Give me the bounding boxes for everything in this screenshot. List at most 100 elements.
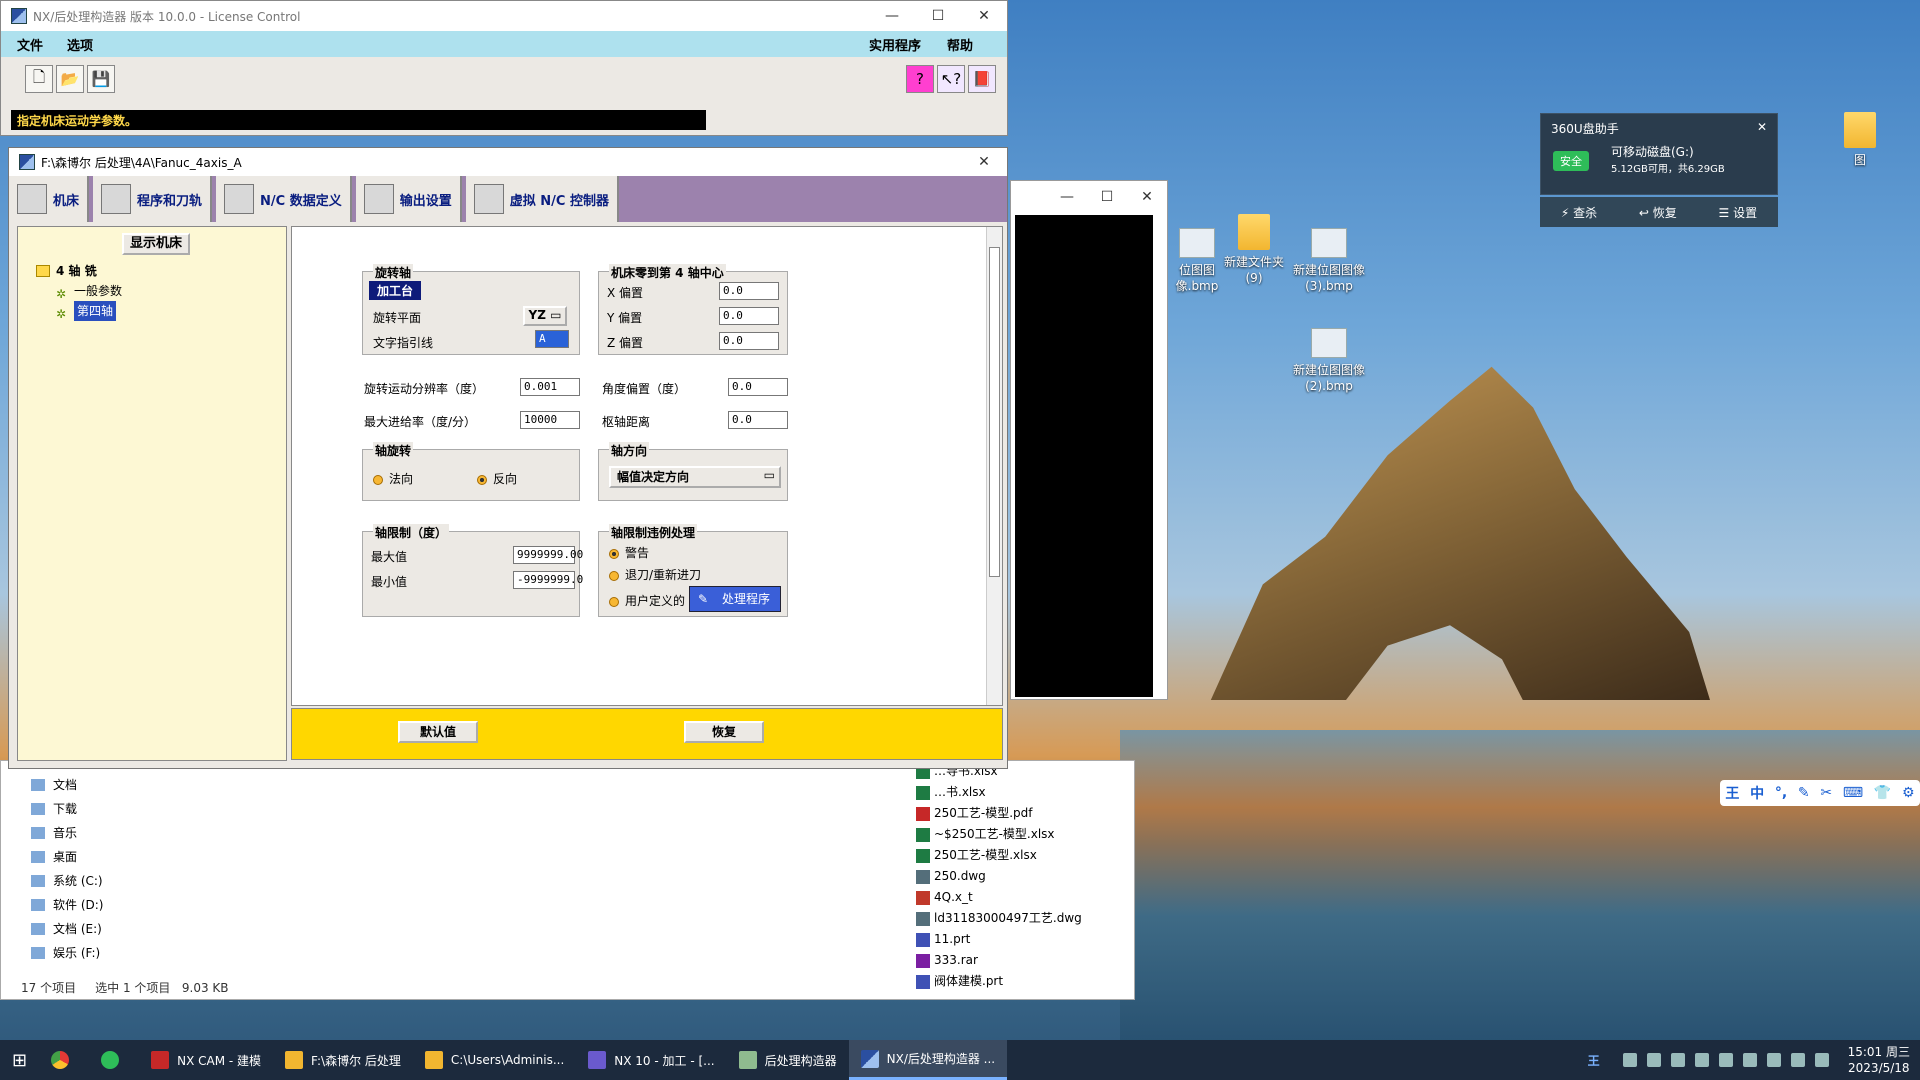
list-item[interactable]: 11.prt: [916, 929, 1082, 950]
nav-item-documents[interactable]: 文档: [31, 773, 161, 797]
scan-button[interactable]: ⚡ 查杀: [1561, 204, 1597, 221]
help-balloon-icon[interactable]: ?: [906, 65, 934, 93]
angle-offset-input[interactable]: 0.0: [728, 378, 788, 396]
radio-normal[interactable]: 法向: [373, 470, 413, 487]
tray-app-icon[interactable]: [1694, 1053, 1709, 1067]
security-icon[interactable]: [1718, 1053, 1733, 1067]
gear-icon[interactable]: ⚙: [1902, 785, 1915, 801]
desktop-icon-bitmap-2[interactable]: 新建位图图像 (2).bmp: [1290, 328, 1368, 394]
tab-program-toolpath[interactable]: 程序和刀轨: [93, 176, 213, 222]
close-icon[interactable]: ✕: [1757, 120, 1767, 137]
scroll-thumb[interactable]: [989, 247, 1000, 577]
radio-retract[interactable]: 退刀/重新进刀: [609, 566, 701, 583]
desktop-icon-bitmap-3[interactable]: 新建位图图像 (3).bmp: [1290, 228, 1368, 294]
nav-item-drive-e[interactable]: 文档 (E:): [31, 917, 161, 941]
console-window[interactable]: — ☐ ✕: [1010, 180, 1168, 700]
usb-icon[interactable]: [1766, 1053, 1781, 1067]
radio-user-defined[interactable]: 用户定义的: [609, 592, 685, 609]
x-offset-input[interactable]: 0.0: [719, 282, 779, 300]
handwriting-icon[interactable]: ✎: [1798, 785, 1810, 801]
post-builder-main-window[interactable]: NX/后处理构造器 版本 10.0.0 - License Control — …: [0, 0, 1008, 136]
menu-file[interactable]: 文件: [17, 35, 43, 54]
nav-item-drive-d[interactable]: 软件 (D:): [31, 893, 161, 917]
browser-360-button[interactable]: [89, 1040, 139, 1080]
taskbar-item-post-builder[interactable]: 后处理构造器: [727, 1040, 849, 1080]
close-icon[interactable]: ✕: [961, 8, 1007, 24]
list-item[interactable]: ld31183000497工艺.dwg: [916, 908, 1082, 929]
show-machine-button[interactable]: 显示机床: [122, 233, 190, 255]
vertical-scrollbar[interactable]: [986, 227, 1002, 705]
nav-item-drive-f[interactable]: 娱乐 (F:): [31, 941, 161, 965]
menu-help[interactable]: 帮助: [947, 35, 973, 54]
desktop-icon-folder[interactable]: 图: [1820, 112, 1900, 168]
restore-action-button[interactable]: ↩ 恢复: [1639, 204, 1677, 221]
resolution-input[interactable]: 0.001: [520, 378, 580, 396]
taskbar-item-folder-postprocess[interactable]: F:\森博尔 后处理: [273, 1040, 413, 1080]
tab-nc-data-definition[interactable]: N/C 数据定义: [216, 176, 352, 222]
min-limit-input[interactable]: -9999999.0: [513, 571, 583, 589]
maximize-icon[interactable]: ☐: [1087, 189, 1127, 205]
list-item[interactable]: ~$250工艺-模型.xlsx: [916, 824, 1082, 845]
menu-utilities[interactable]: 实用程序: [869, 35, 921, 54]
maximize-icon[interactable]: ☐: [915, 8, 961, 24]
ime-toolbar[interactable]: 王 中 °, ✎ ✂ ⌨ 👕 ⚙: [1720, 780, 1920, 806]
nav-item-music[interactable]: 音乐: [31, 821, 161, 845]
menu-options[interactable]: 选项: [67, 35, 93, 54]
list-item[interactable]: 333.rar: [916, 950, 1082, 971]
open-folder-icon[interactable]: 📂: [56, 65, 84, 93]
nav-item-drive-c[interactable]: 系统 (C:): [31, 869, 161, 893]
tab-virtual-nc-controller[interactable]: 虚拟 N/C 控制器: [465, 176, 619, 222]
ime-mode-toggle[interactable]: 中: [1750, 783, 1764, 803]
max-limit-input[interactable]: 9999999.00: [513, 546, 583, 564]
default-button[interactable]: 默认值: [398, 721, 478, 743]
tab-output-settings[interactable]: 输出设置: [355, 176, 462, 222]
post-editor-window[interactable]: F:\森博尔 后处理\4A\Fanuc_4axis_A ✕ 机床 程序和刀轨 N…: [8, 147, 1008, 769]
taskbar-item-nx-cam[interactable]: NX CAM - 建模: [139, 1040, 273, 1080]
taskbar-item-post-builder-active[interactable]: NX/后处理构造器 ...: [848, 1040, 1008, 1080]
context-help-icon[interactable]: ↖?: [937, 65, 965, 93]
tab-machine[interactable]: 机床: [9, 176, 90, 222]
nvidia-icon[interactable]: [1670, 1053, 1685, 1067]
new-file-icon[interactable]: 🗋: [25, 65, 53, 93]
restore-button[interactable]: 恢复: [684, 721, 764, 743]
radio-reverse[interactable]: 反向: [477, 470, 517, 487]
nav-item-downloads[interactable]: 下载: [31, 797, 161, 821]
volume-icon[interactable]: [1814, 1053, 1829, 1067]
list-item[interactable]: 4Q.x_t: [916, 887, 1082, 908]
skin-icon[interactable]: 👕: [1874, 785, 1891, 801]
save-icon[interactable]: 💾: [87, 65, 115, 93]
minimize-icon[interactable]: —: [869, 8, 915, 24]
file-explorer-window[interactable]: 文档 下载 音乐 桌面 系统 (C:) 软件 (D:) 文档 (E:) 娱乐 (…: [0, 760, 1135, 1000]
ime-tray-icon[interactable]: 王: [1588, 1052, 1600, 1069]
screenshot-icon[interactable]: ✂: [1820, 785, 1832, 801]
taskbar-item-nx10[interactable]: NX 10 - 加工 - [...: [576, 1040, 726, 1080]
chrome-button[interactable]: [39, 1040, 89, 1080]
radio-warning[interactable]: 警告: [609, 544, 649, 561]
start-button[interactable]: ⊞: [0, 1040, 39, 1080]
usb-assistant-widget[interactable]: 360U盘助手 ✕ 安全 可移动磁盘(G:) 5.12GB可用，共6.29GB: [1540, 113, 1778, 195]
tree-root[interactable]: 4 轴 铣: [36, 261, 122, 281]
max-feed-input[interactable]: 10000: [520, 411, 580, 429]
y-offset-input[interactable]: 0.0: [719, 307, 779, 325]
list-item[interactable]: 阀体建模.prt: [916, 971, 1082, 992]
language-icon[interactable]: [1790, 1053, 1805, 1067]
tree-item-general-params[interactable]: ✲ 一般参数: [36, 281, 122, 301]
handler-button[interactable]: ✎ 处理程序: [689, 586, 781, 612]
tray-app-icon[interactable]: [1646, 1053, 1661, 1067]
z-offset-input[interactable]: 0.0: [719, 332, 779, 350]
close-icon[interactable]: ✕: [961, 154, 1007, 170]
punctuation-icon[interactable]: °,: [1775, 785, 1787, 801]
taskbar-item-folder-users[interactable]: C:\Users\Adminis...: [413, 1040, 576, 1080]
network-icon[interactable]: [1742, 1053, 1757, 1067]
clock[interactable]: 15:01 周三 2023/5/18: [1848, 1044, 1910, 1076]
close-icon[interactable]: ✕: [1127, 189, 1167, 205]
settings-button[interactable]: ☰ 设置: [1719, 204, 1758, 221]
list-item[interactable]: …书.xlsx: [916, 782, 1082, 803]
desktop-icon-folder-9[interactable]: 新建文件夹 (9): [1215, 214, 1293, 286]
pivot-distance-input[interactable]: 0.0: [728, 411, 788, 429]
battery-icon[interactable]: [1622, 1053, 1637, 1067]
keyboard-icon[interactable]: ⌨: [1843, 785, 1863, 801]
tree-item-fourth-axis[interactable]: ✲ 第四轴: [36, 301, 122, 321]
minimize-icon[interactable]: —: [1047, 189, 1087, 205]
list-item[interactable]: 250工艺-模型.xlsx: [916, 845, 1082, 866]
